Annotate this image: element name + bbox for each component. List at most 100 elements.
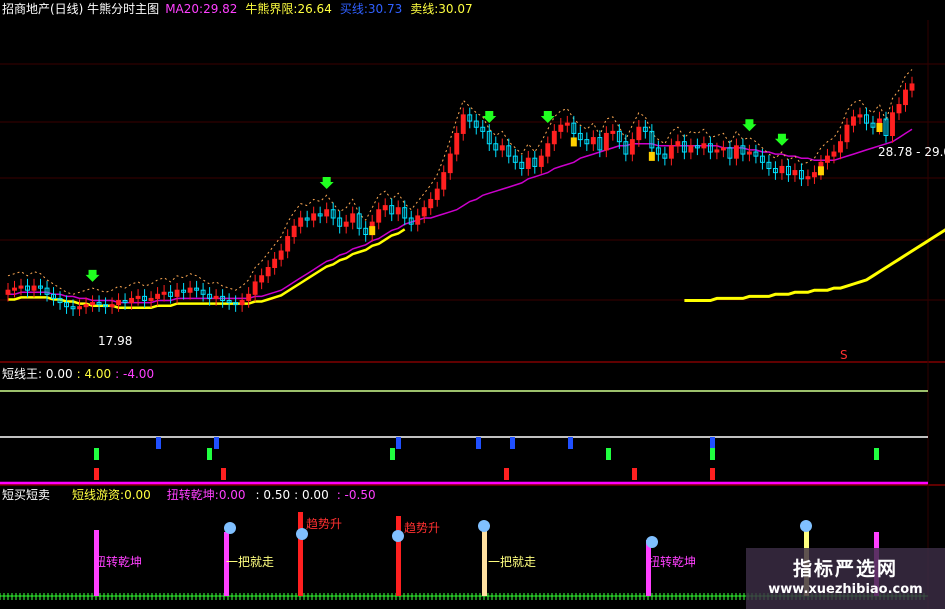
candle-body — [31, 285, 37, 291]
buy-marker — [648, 151, 655, 161]
candle-body — [603, 132, 609, 151]
signal-bar — [710, 437, 715, 449]
candle-body — [12, 287, 17, 291]
signal-bar — [94, 468, 99, 480]
watermark-url: www.xuezhibiao.com — [768, 582, 923, 597]
candle-body — [851, 116, 856, 126]
candle-body — [811, 172, 817, 178]
high-price-label: 28.78 - 29.00 — [878, 145, 945, 159]
candle-body — [382, 205, 388, 211]
down-arrow-icon — [742, 119, 757, 132]
candle-body — [896, 104, 902, 114]
grid-lines — [0, 63, 945, 301]
candle-body — [825, 155, 830, 163]
candle-body — [499, 145, 505, 151]
down-arrow-icon — [85, 269, 100, 282]
buy-marker — [570, 137, 577, 147]
signal-bar — [504, 468, 509, 480]
buy-marker — [817, 166, 824, 176]
candle-body — [155, 293, 161, 299]
signal-arrows — [85, 111, 883, 282]
signal-bar — [221, 468, 226, 480]
candle-body — [844, 124, 850, 143]
candle-body — [636, 126, 642, 141]
down-arrow-icon — [482, 111, 497, 123]
candle-body — [116, 300, 122, 306]
candle-body — [148, 297, 154, 301]
candle-body — [395, 207, 401, 215]
candle-body — [903, 89, 908, 106]
candle-body — [213, 295, 219, 299]
candle-body — [909, 83, 915, 91]
signal-column — [396, 516, 401, 596]
signal-bar — [710, 468, 715, 480]
candle-body — [538, 155, 544, 167]
burst-icon — [800, 520, 812, 532]
signal-bar — [390, 448, 395, 460]
candle-body — [792, 170, 798, 176]
candle-body — [831, 151, 837, 157]
signal-bar — [874, 448, 879, 460]
signal-label: 趋势升 — [306, 517, 342, 531]
candle-body — [83, 304, 89, 308]
stock-chart: 招商地产(日线) 牛熊分时主图 MA20:29.82 牛熊界限:26.64 买线:30… — [0, 1, 945, 609]
signal-label: 一把就走 — [226, 555, 274, 569]
candle-body — [805, 176, 811, 180]
candle-body — [259, 275, 265, 283]
candle-body — [447, 153, 453, 174]
ma20-series — [8, 128, 913, 304]
down-arrow-icon — [540, 111, 555, 123]
candle-body — [77, 306, 82, 310]
candle-body — [701, 143, 707, 149]
candle-body — [239, 300, 245, 306]
candle-body — [688, 145, 694, 153]
candle-body — [350, 213, 356, 223]
candle-body — [324, 209, 330, 217]
candle-body — [421, 207, 427, 217]
signal-bar — [710, 448, 715, 460]
candle-body — [428, 198, 434, 209]
candle-body — [291, 225, 297, 238]
candle-body — [161, 291, 167, 295]
buy-marker — [369, 226, 376, 236]
candle-body — [278, 250, 284, 260]
candle-body — [265, 267, 271, 277]
buy-marker — [876, 123, 883, 132]
watermark-title: 指标严选网 — [792, 558, 898, 580]
candle-body — [857, 114, 863, 118]
chart-title: 招商地产(日线) 牛熊分时主图 MA20:29.82 牛熊界限:26.64 买线:30… — [2, 1, 473, 16]
low-price-label: 17.98 — [98, 334, 132, 348]
panel3-title: 短买短卖 短线游资:0.00 扭转乾坤:0.00: 0.50: 0.00: -0.5… — [2, 487, 376, 502]
candle-body — [343, 221, 349, 227]
candle-body — [298, 217, 304, 227]
candle-body — [252, 281, 258, 295]
candle-body — [629, 139, 635, 155]
signal-column — [298, 512, 303, 596]
candle-body — [890, 112, 895, 136]
candle-body — [675, 141, 681, 147]
ma20-line — [8, 128, 913, 304]
candle-body — [129, 297, 135, 304]
signal-label: 趋势升 — [404, 521, 440, 535]
candle-body — [5, 289, 11, 295]
burst-icon — [478, 520, 490, 532]
signal-bar — [396, 437, 401, 449]
candle-body — [779, 165, 785, 174]
candle-body — [441, 172, 447, 190]
panel-frames — [0, 20, 945, 609]
signal-bar — [156, 437, 161, 449]
candle-body — [610, 130, 616, 134]
panel2-title: 短线王: 0.00: 4.00: -4.00 — [2, 367, 154, 381]
candle-body — [714, 149, 720, 153]
short-king-panel-marks — [0, 390, 928, 485]
candle-body — [746, 151, 752, 155]
dotted-trail-line — [7, 69, 913, 295]
candle-body — [838, 141, 843, 153]
candle-body — [174, 289, 180, 297]
candle-body — [720, 147, 726, 151]
candle-body — [668, 145, 674, 159]
candle-body — [109, 304, 115, 308]
candle-body — [460, 114, 466, 134]
down-arrow-icon — [319, 177, 334, 189]
candle-body — [272, 258, 278, 268]
